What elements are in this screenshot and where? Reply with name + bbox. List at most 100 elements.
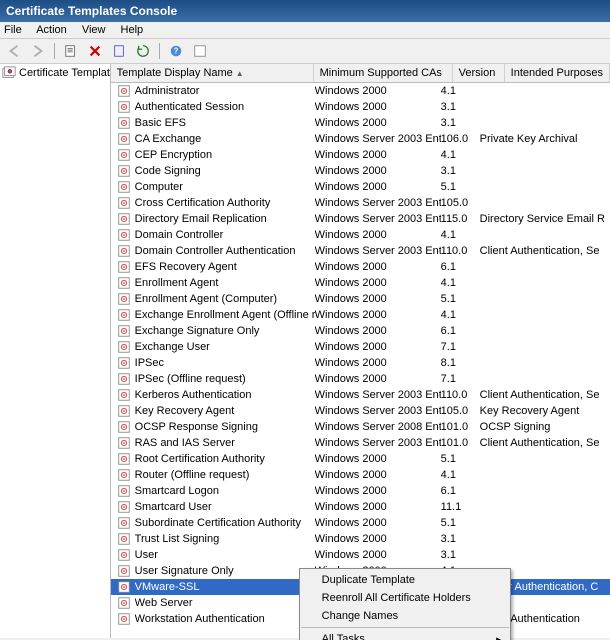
col-purpose[interactable]: Intended Purposes: [505, 64, 610, 82]
table-row[interactable]: Exchange Enrollment Agent (Offline reque…: [111, 307, 610, 323]
cell-name: Computer: [135, 181, 315, 193]
tree-pane: Certificate Templates (E: [0, 64, 111, 638]
cell-version: 3.1: [441, 165, 480, 177]
template-list: AdministratorWindows 20004.1Authenticate…: [111, 83, 610, 638]
menu-action[interactable]: Action: [36, 24, 67, 36]
cell-ca: Windows 2000: [315, 293, 441, 305]
cell-name: Basic EFS: [135, 117, 315, 129]
cell-version: 5.1: [441, 517, 480, 529]
table-row[interactable]: Key Recovery AgentWindows Server 2003 En…: [111, 403, 610, 419]
sort-asc-icon: ▲: [236, 69, 244, 78]
cell-name: Enrollment Agent (Computer): [135, 293, 315, 305]
table-row[interactable]: Exchange Signature OnlyWindows 20006.1: [111, 323, 610, 339]
certificate-template-icon: [117, 228, 131, 242]
table-row[interactable]: ComputerWindows 20005.1: [111, 179, 610, 195]
cell-version: 110.0: [441, 245, 480, 257]
certificate-template-icon: [117, 484, 131, 498]
cell-version: 7.1: [441, 373, 480, 385]
table-row[interactable]: Router (Offline request)Windows 20004.1: [111, 467, 610, 483]
cell-version: 6.1: [441, 261, 480, 273]
table-row[interactable]: CEP EncryptionWindows 20004.1: [111, 147, 610, 163]
ctx-all-tasks[interactable]: All Tasks▸: [300, 630, 510, 640]
cell-version: 115.0: [441, 213, 480, 225]
table-row[interactable]: Code SigningWindows 20003.1: [111, 163, 610, 179]
cell-ca: Windows 2000: [315, 485, 441, 497]
certificate-template-icon: [117, 612, 131, 626]
table-row[interactable]: Smartcard UserWindows 200011.1: [111, 499, 610, 515]
column-headers: Template Display Name▲ Minimum Supported…: [111, 64, 610, 83]
table-row[interactable]: Enrollment AgentWindows 20004.1: [111, 275, 610, 291]
cell-version: 4.1: [441, 85, 480, 97]
cell-version: 4.1: [441, 469, 480, 481]
table-row[interactable]: RAS and IAS ServerWindows Server 2003 En…: [111, 435, 610, 451]
ctx-duplicate-template[interactable]: Duplicate Template: [300, 571, 510, 589]
cell-version: 4.1: [441, 309, 480, 321]
ctx-reenroll-holders[interactable]: Reenroll All Certificate Holders: [300, 589, 510, 607]
table-row[interactable]: Enrollment Agent (Computer)Windows 20005…: [111, 291, 610, 307]
cell-name: Trust List Signing: [135, 533, 315, 545]
menu-view[interactable]: View: [82, 24, 106, 36]
export-list-button[interactable]: [109, 41, 129, 61]
forward-button[interactable]: [28, 41, 48, 61]
col-template-name[interactable]: Template Display Name▲: [111, 64, 314, 82]
certificate-template-icon: [117, 308, 131, 322]
refresh-button[interactable]: [133, 41, 153, 61]
table-row[interactable]: Subordinate Certification AuthorityWindo…: [111, 515, 610, 531]
table-row[interactable]: Domain ControllerWindows 20004.1: [111, 227, 610, 243]
about-button[interactable]: [190, 41, 210, 61]
properties-button[interactable]: [61, 41, 81, 61]
table-row[interactable]: Exchange UserWindows 20007.1: [111, 339, 610, 355]
certificate-template-icon: [117, 580, 131, 594]
context-menu: Duplicate Template Reenroll All Certific…: [299, 568, 511, 640]
cell-name: Smartcard Logon: [135, 485, 315, 497]
delete-button[interactable]: [85, 41, 105, 61]
cell-version: 7.1: [441, 341, 480, 353]
table-row[interactable]: Smartcard LogonWindows 20006.1: [111, 483, 610, 499]
table-row[interactable]: Directory Email ReplicationWindows Serve…: [111, 211, 610, 227]
tree-root-label: Certificate Templates (E: [19, 67, 111, 79]
certificate-template-icon: [117, 244, 131, 258]
cell-version: 101.0: [441, 421, 480, 433]
cell-version: 3.1: [441, 101, 480, 113]
cell-ca: Windows Server 2003 Ent...: [315, 437, 441, 449]
table-row[interactable]: Root Certification AuthorityWindows 2000…: [111, 451, 610, 467]
col-version[interactable]: Version: [453, 64, 505, 82]
cell-name: Administrator: [135, 85, 315, 97]
table-row[interactable]: OCSP Response SigningWindows Server 2008…: [111, 419, 610, 435]
help-button[interactable]: ?: [166, 41, 186, 61]
table-row[interactable]: AdministratorWindows 20004.1: [111, 83, 610, 99]
table-row[interactable]: Authenticated SessionWindows 20003.1: [111, 99, 610, 115]
cell-ca: Windows Server 2003 Ent...: [315, 245, 441, 257]
certificate-template-icon: [117, 404, 131, 418]
cell-version: 110.0: [441, 389, 480, 401]
table-row[interactable]: IPSecWindows 20008.1: [111, 355, 610, 371]
col-min-ca[interactable]: Minimum Supported CAs: [314, 64, 453, 82]
cell-ca: Windows Server 2003 Ent...: [315, 389, 441, 401]
certificate-template-icon: [117, 324, 131, 338]
table-row[interactable]: Basic EFSWindows 20003.1: [111, 115, 610, 131]
certificate-template-icon: [117, 196, 131, 210]
table-row[interactable]: IPSec (Offline request)Windows 20007.1: [111, 371, 610, 387]
cell-version: 101.0: [441, 437, 480, 449]
table-row[interactable]: UserWindows 20003.1: [111, 547, 610, 563]
table-row[interactable]: CA ExchangeWindows Server 2003 Ent...106…: [111, 131, 610, 147]
certificate-templates-icon: [2, 66, 16, 80]
table-row[interactable]: Trust List SigningWindows 20003.1: [111, 531, 610, 547]
cell-ca: Windows 2000: [315, 261, 441, 273]
cell-version: 6.1: [441, 325, 480, 337]
ctx-change-names[interactable]: Change Names: [300, 607, 510, 625]
cell-name: Authenticated Session: [135, 101, 315, 113]
table-row[interactable]: Cross Certification AuthorityWindows Ser…: [111, 195, 610, 211]
cell-ca: Windows Server 2003 Ent...: [315, 133, 441, 145]
menu-file[interactable]: File: [4, 24, 22, 36]
certificate-template-icon: [117, 468, 131, 482]
table-row[interactable]: Kerberos AuthenticationWindows Server 20…: [111, 387, 610, 403]
cell-name: CEP Encryption: [135, 149, 315, 161]
back-button[interactable]: [4, 41, 24, 61]
table-row[interactable]: Domain Controller AuthenticationWindows …: [111, 243, 610, 259]
tree-root-item[interactable]: Certificate Templates (E: [2, 66, 108, 80]
cell-ca: Windows 2000: [315, 325, 441, 337]
certificate-template-icon: [117, 132, 131, 146]
table-row[interactable]: EFS Recovery AgentWindows 20006.1: [111, 259, 610, 275]
menu-help[interactable]: Help: [121, 24, 144, 36]
